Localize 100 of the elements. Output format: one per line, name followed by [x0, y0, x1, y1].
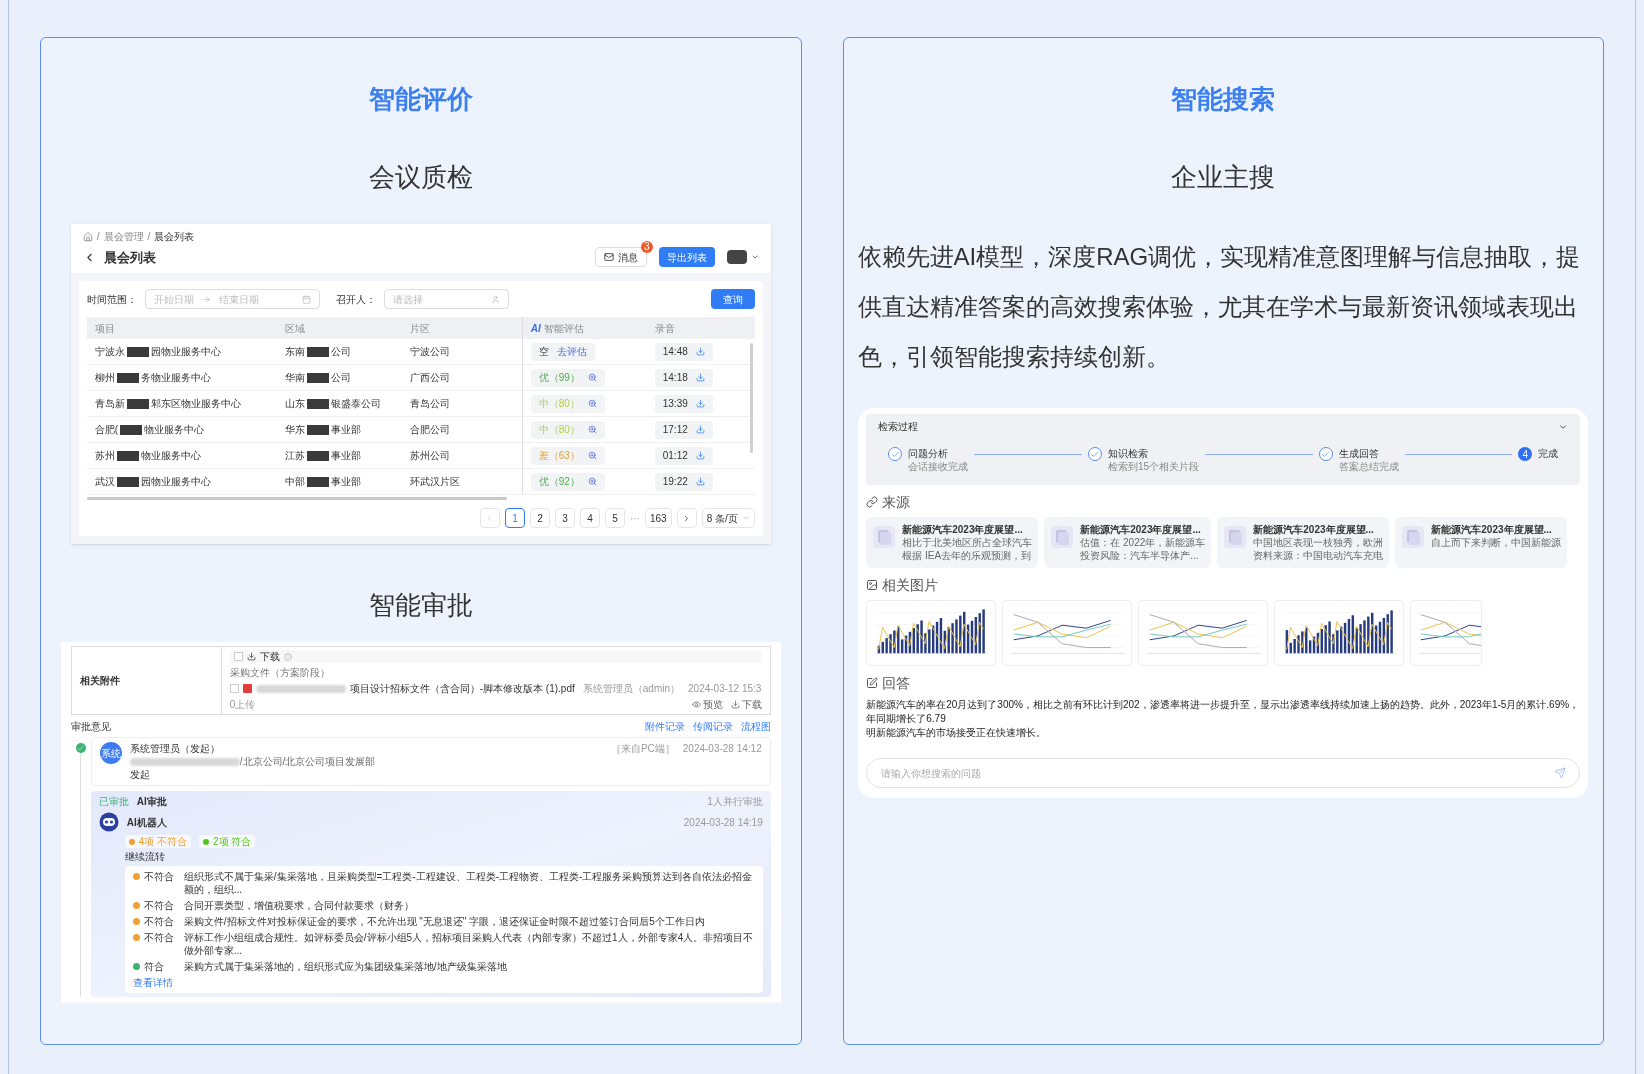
download-link[interactable]: 下载: [259, 650, 280, 663]
person-icon: [490, 294, 500, 304]
source-card[interactable]: 新能源汽车2023年度展望... 中国地区表现一枝独秀，欧洲 资料来源：中国电动汽车充电: [1217, 517, 1390, 568]
section-heading: 回答: [882, 674, 911, 692]
breadcrumb-link[interactable]: 晨会列表: [154, 230, 195, 243]
page-button[interactable]: 163: [644, 508, 672, 528]
record-link[interactable]: 附件记录: [644, 720, 685, 733]
source-card[interactable]: 新能源汽车2023年度展望... 估值：在 2022年，新能源车 投资风险：汽车半导体产...: [1044, 517, 1212, 568]
info-icon: [283, 652, 292, 661]
avatar: 系统: [99, 742, 122, 764]
checkbox[interactable]: [233, 652, 243, 661]
download-icon: [695, 399, 705, 408]
download-icon: [695, 373, 705, 382]
approver-name: 系统管理员（发起）: [129, 742, 220, 755]
check-status: 符合: [143, 960, 165, 973]
step-label: 生成回答: [1338, 447, 1380, 460]
page-button[interactable]: 4: [579, 508, 600, 528]
pdf-icon: [242, 684, 252, 693]
page-button[interactable]: 5: [604, 508, 625, 528]
checkbox[interactable]: [229, 684, 239, 693]
check-text: 采购方式属于集采落地的，组织形式应为集团级集采落地/地产级集采落地: [183, 960, 507, 973]
mail-icon: [603, 252, 614, 262]
download-icon: [695, 347, 705, 356]
check-status: 不符合: [143, 870, 175, 883]
document-icon: [872, 525, 897, 549]
zoom-icon[interactable]: [587, 373, 597, 382]
edit-icon: [866, 677, 879, 689]
step-detail: 会话接收完成: [908, 460, 969, 473]
cell-text: 山东: [284, 397, 305, 410]
breadcrumb-link[interactable]: 晨会管理: [103, 230, 144, 243]
cell-text: 华东: [284, 423, 305, 436]
column-header: 区域: [284, 321, 305, 335]
redacted-block: [126, 398, 149, 409]
evaluation-pill: 空 去评估: [530, 342, 595, 361]
recording-pill[interactable]: 01:12: [654, 446, 713, 465]
caret-icon[interactable]: [750, 253, 759, 261]
source-card[interactable]: 新能源汽车2023年度展望... 相比于北美地区所占全球汽车 根据 IEA去年的乐观预测，到: [866, 517, 1039, 568]
recording-pill[interactable]: 13:39: [654, 394, 713, 413]
table-cell: 环武汉片区: [409, 476, 460, 487]
recording-pill[interactable]: 17:12: [654, 420, 713, 439]
cell-text: 邾东区物业服务中心: [150, 397, 241, 410]
source-snippet: 自上而下来判断，中国新能源: [1431, 536, 1562, 549]
document-icon: [1050, 525, 1075, 549]
step-label: 知识检索: [1107, 447, 1149, 460]
query-button[interactable]: 查询: [710, 289, 755, 309]
page-button[interactable]: 2: [529, 508, 550, 528]
entry-time: 2024-03-28 14:19: [683, 815, 763, 829]
file-name[interactable]: 项目设计招标文件（含合同）-脚本修改版本 (1).pdf: [349, 682, 575, 695]
recording-pill[interactable]: 14:18: [654, 368, 713, 387]
approval-action: 发起: [129, 769, 150, 780]
zoom-icon[interactable]: [587, 425, 597, 434]
recording-pill[interactable]: 14:48: [654, 342, 713, 361]
check-text: 采购文件/招标文件对投标保证金的要求，不允许出现 "无息退还" 字眼，退还保证金时限不超过签订合同后5个工作日内: [183, 915, 705, 928]
search-input-field[interactable]: 请输入你想搜索的问题: [866, 758, 1581, 788]
page-button[interactable]: 1: [504, 508, 525, 528]
zoom-icon[interactable]: [587, 477, 597, 486]
source-card[interactable]: 新能源汽车2023年度展望... 自上而下来判断，中国新能源: [1395, 517, 1568, 568]
cell-text: 东南: [284, 345, 305, 358]
cell-text: 事业部: [330, 423, 361, 436]
record-link[interactable]: 流程图: [740, 720, 771, 733]
cell-text: 公司: [330, 345, 351, 358]
cell-text: 务物业服务中心: [140, 371, 211, 384]
cell-text: 江苏: [284, 449, 305, 462]
preview-button[interactable]: 预览: [691, 698, 723, 711]
source-snippet: 投资风险：汽车半导体产...: [1080, 549, 1200, 562]
section-label: 审批意见: [70, 720, 111, 733]
details-link[interactable]: 查看详情: [132, 976, 173, 989]
send-icon[interactable]: [1554, 767, 1567, 779]
redacted-block: [126, 346, 149, 357]
source-snippet: 相比于北美地区所占全球汽车: [902, 536, 1033, 549]
zoom-icon[interactable]: [587, 399, 597, 408]
document-icon: [1223, 525, 1248, 549]
evaluation-pill: 中（80）: [530, 420, 605, 439]
export-button[interactable]: 导出列表: [658, 247, 715, 267]
page-button[interactable]: 3: [554, 508, 575, 528]
calendar-icon: [301, 294, 311, 304]
cell-text: 柳州: [94, 371, 115, 384]
department-path: /北京公司/北京公司项目发展部: [239, 755, 376, 768]
result-tag: 4项 不符合: [124, 835, 192, 848]
record-link[interactable]: 传阅记录: [692, 720, 733, 733]
recording-pill[interactable]: 19:22: [654, 472, 713, 491]
redacted-block: [306, 346, 329, 357]
cell-text: 物业服务中心: [144, 423, 205, 436]
cell-text: 武汉: [94, 475, 115, 488]
cell-text: 青岛新: [94, 397, 125, 410]
table-cell: 合肥公司: [409, 424, 450, 435]
home-icon[interactable]: [82, 231, 93, 242]
redacted-block: [120, 424, 143, 435]
ai-tag: AI: [530, 321, 541, 335]
evaluation-pill: 差（63）: [530, 446, 605, 465]
source-snippet: 估值：在 2022年，新能源车: [1080, 536, 1206, 549]
table-cell: 宁波公司: [409, 346, 450, 357]
download-icon: [695, 477, 705, 486]
breadcrumb-separator: /: [147, 230, 151, 243]
source-snippet: 中国地区表现一枝独秀，欧洲: [1253, 536, 1384, 549]
download-button[interactable]: 下载: [730, 698, 762, 711]
zoom-icon[interactable]: [587, 451, 597, 460]
step-title: AI审批: [136, 795, 167, 808]
page-size-select[interactable]: 8 条/页: [701, 508, 755, 528]
column-header: 录音: [654, 321, 675, 335]
